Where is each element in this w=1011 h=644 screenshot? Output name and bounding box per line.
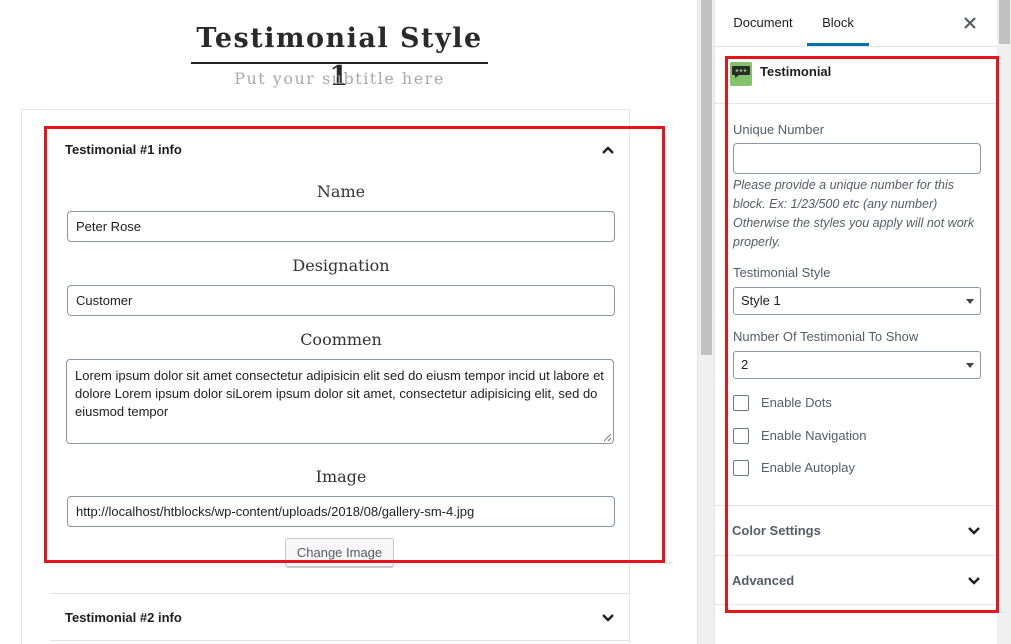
dropdown-arrow-icon	[966, 363, 974, 368]
testimonial-count-value: 2	[741, 357, 749, 372]
testimonial-count-select[interactable]: 2	[733, 351, 981, 379]
block-name: Testimonial	[760, 64, 832, 79]
enable-autoplay-row[interactable]: Enable Autoplay	[733, 459, 983, 477]
change-image-button[interactable]: Change Image	[285, 538, 394, 567]
chevron-down-icon[interactable]	[601, 611, 615, 625]
panel-divider	[50, 640, 630, 641]
advanced-toggle[interactable]: Advanced	[732, 573, 794, 589]
name-label: Name	[316, 182, 366, 201]
dropdown-arrow-icon	[966, 299, 974, 304]
enable-dots-label[interactable]: Enable Dots	[761, 395, 832, 411]
close-icon[interactable]	[961, 14, 979, 32]
testimonial-style-label: Testimonial Style	[733, 265, 831, 280]
testimonial-2-heading: Testimonial #2 info	[65, 610, 182, 625]
enable-navigation-label[interactable]: Enable Navigation	[761, 428, 867, 444]
image-url-input[interactable]: http://localhost/htblocks/wp-content/upl…	[67, 496, 615, 527]
designation-input[interactable]: Customer	[67, 285, 615, 316]
color-settings-toggle[interactable]: Color Settings	[732, 523, 821, 539]
designation-label: Designation	[292, 256, 390, 275]
editor-canvas: Testimonial Style 1 Put your subtitle he…	[0, 0, 697, 644]
enable-dots-checkbox[interactable]	[733, 395, 749, 411]
enable-navigation-row[interactable]: Enable Navigation	[733, 427, 983, 445]
panel-separator	[715, 505, 997, 506]
enable-autoplay-checkbox[interactable]	[733, 460, 749, 476]
block-card: Testimonial	[715, 48, 997, 104]
panel-separator	[715, 604, 997, 605]
testimonial-1-heading: Testimonial #1 info	[65, 142, 182, 157]
chevron-up-icon[interactable]	[601, 143, 615, 157]
sidebar-scrollbar[interactable]	[997, 0, 1011, 644]
enable-navigation-checkbox[interactable]	[733, 428, 749, 444]
sidebar-scrollbar-thumb[interactable]	[999, 0, 1010, 44]
image-label: Image	[315, 467, 367, 486]
title-underline	[191, 62, 488, 64]
resize-grip-icon[interactable]	[603, 433, 612, 442]
chevron-down-icon[interactable]	[967, 524, 981, 538]
unique-number-help: Please provide a unique number for this …	[733, 178, 975, 249]
tab-document[interactable]: Document	[719, 0, 807, 46]
unique-number-input[interactable]	[733, 143, 981, 174]
sidebar-tabs: Document Block	[715, 0, 997, 47]
testimonial-subtitle[interactable]: Put your subtitle here	[191, 68, 488, 90]
comment-label: Coommen	[300, 330, 382, 349]
unique-number-label: Unique Number	[733, 122, 825, 137]
testimonial-style-value: Style 1	[741, 293, 781, 308]
testimonial-1-panel-header[interactable]: Testimonial #1 info	[65, 140, 625, 160]
testimonial-block-icon	[730, 62, 752, 86]
chevron-down-icon[interactable]	[967, 574, 981, 588]
comment-text: Lorem ipsum dolor sit amet consectetur a…	[75, 368, 604, 419]
name-input[interactable]: Peter Rose	[67, 211, 615, 242]
canvas-scrollbar-thumb[interactable]	[701, 0, 712, 355]
enable-dots-row[interactable]: Enable Dots	[733, 394, 983, 412]
panel-separator	[715, 555, 997, 556]
testimonial-count-label: Number Of Testimonial To Show	[733, 329, 919, 344]
testimonial-2-panel-header[interactable]: Testimonial #2 info	[65, 608, 625, 628]
settings-sidebar: Document Block Testimonial Unique Number…	[714, 0, 1011, 644]
panel-divider	[50, 593, 630, 594]
editor-screen: Testimonial Style 1 Put your subtitle he…	[0, 0, 1011, 644]
canvas-scrollbar[interactable]	[697, 0, 714, 644]
enable-autoplay-label[interactable]: Enable Autoplay	[761, 460, 855, 476]
tab-block[interactable]: Block	[807, 0, 869, 46]
testimonial-style-select[interactable]: Style 1	[733, 287, 981, 315]
comment-textarea[interactable]: Lorem ipsum dolor sit amet consectetur a…	[66, 359, 614, 444]
